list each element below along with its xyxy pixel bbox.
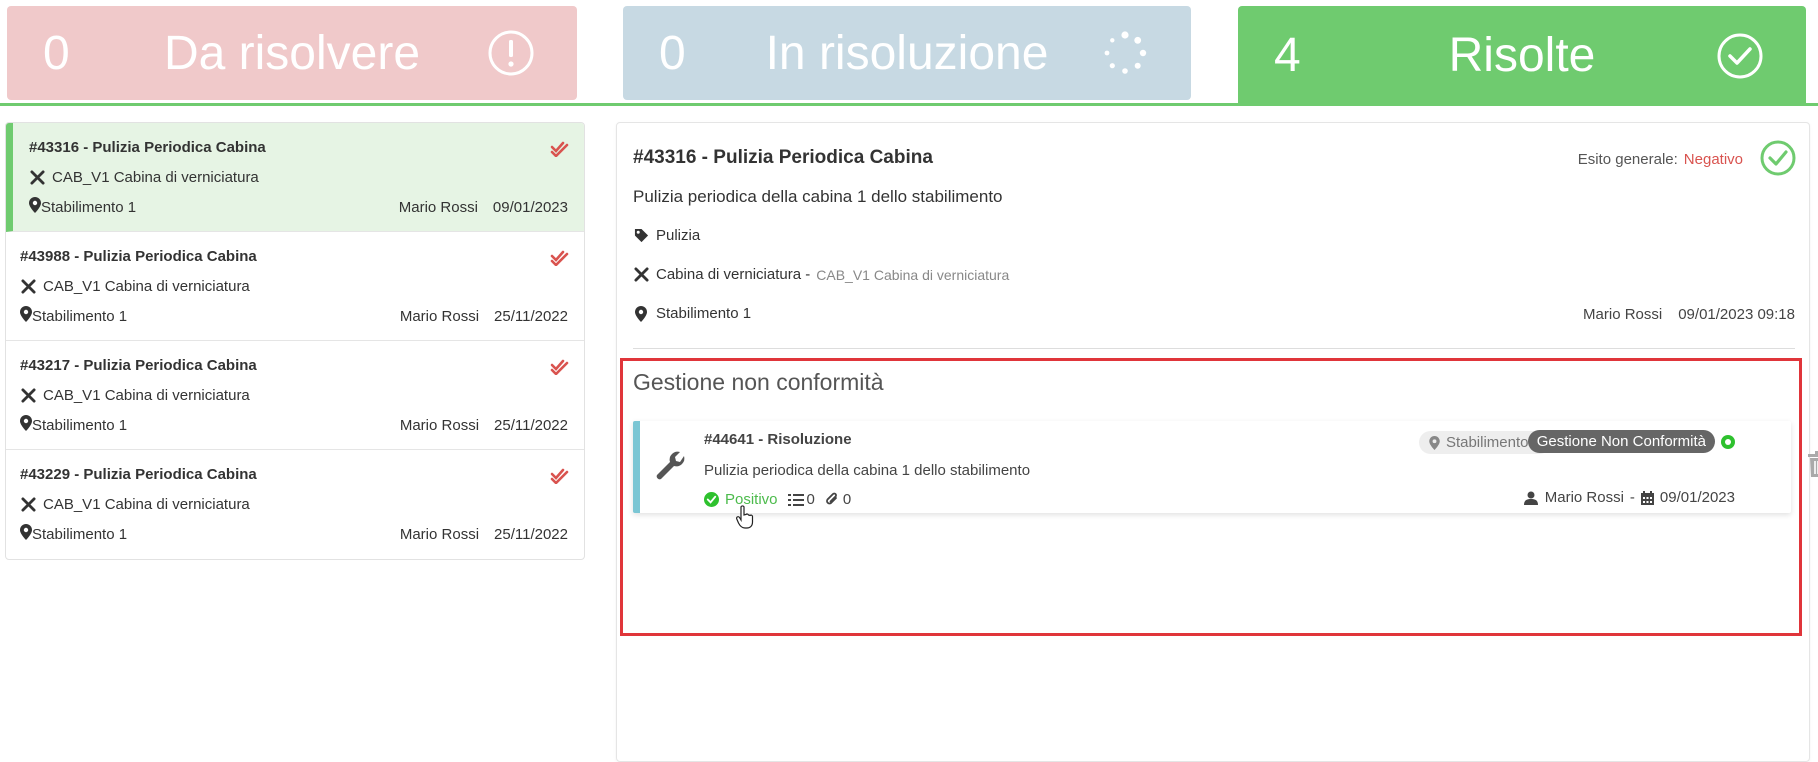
status-dot <box>1721 435 1735 449</box>
detail-location: Stabilimento 1 <box>633 305 751 322</box>
check-circle-icon[interactable] <box>1759 139 1797 177</box>
list-item-date: 09/01/2023 <box>492 198 568 216</box>
map-marker-icon <box>1429 435 1440 450</box>
section-title: Gestione non conformità <box>633 369 884 395</box>
double-check-icon <box>550 359 569 375</box>
active-tab-underline <box>0 103 1818 106</box>
list-item-title: #43217 - Pulizia Periodica Cabina <box>20 357 257 374</box>
list-item-asset: CAB_V1 Cabina di verniciatura <box>52 169 259 186</box>
list-item-user: Mario Rossi <box>399 307 480 325</box>
list-item-title: #43316 - Pulizia Periodica Cabina <box>29 139 266 156</box>
card-status: Positivo 0 0 <box>704 491 851 508</box>
list-item-asset: CAB_V1 Cabina di verniciatura <box>43 278 250 295</box>
double-check-icon <box>550 141 569 157</box>
list-item[interactable]: #43217 - Pulizia Periodica Cabina CAB_V1… <box>6 341 584 450</box>
list-item-location: Stabilimento 1 <box>32 416 128 434</box>
map-marker-icon <box>20 524 32 544</box>
list-item-date: 25/11/2022 <box>494 525 568 543</box>
location-label: Stabilimento 1 <box>656 305 752 322</box>
map-marker-icon <box>20 306 32 326</box>
map-marker-icon <box>633 305 649 322</box>
hand-cursor-icon <box>736 505 754 529</box>
tab-risolte[interactable]: 4 Risolte <box>1238 6 1806 105</box>
card-user: Mario Rossi <box>1544 489 1624 506</box>
check-circle-icon <box>1714 30 1766 82</box>
detail-tag: Pulizia <box>633 227 700 244</box>
type-badge: Gestione Non Conformità <box>1527 430 1715 453</box>
list-item-user: Mario Rossi <box>399 416 480 434</box>
list-item[interactable]: #43229 - Pulizia Periodica Cabina CAB_V1… <box>6 450 584 559</box>
tag-icon <box>633 228 649 244</box>
tools-icon <box>20 388 36 404</box>
status-bar: 0 Da risolvere 0 In risoluzione 4 Risolt… <box>0 0 1818 106</box>
user-icon <box>1523 491 1538 505</box>
exclamation-icon <box>485 27 537 79</box>
tab-in-risoluzione[interactable]: 0 In risoluzione <box>623 6 1191 100</box>
tools-icon <box>20 279 36 295</box>
list-item-title: #43229 - Pulizia Periodica Cabina <box>20 466 257 483</box>
card-description: Pulizia periodica della cabina 1 dello s… <box>704 462 1031 479</box>
nonconformity-card[interactable]: #44641 - Risoluzione Pulizia periodica d… <box>633 421 1818 513</box>
esito-value: Negativo <box>1683 151 1743 168</box>
double-check-icon <box>550 468 569 484</box>
asset-code: CAB_V1 Cabina di verniciatura <box>816 266 1010 283</box>
list-item-location: Stabilimento 1 <box>32 307 128 325</box>
attachments-count: 0 <box>825 491 851 508</box>
checklist-count-value: 0 <box>806 491 815 508</box>
detail-asset: Cabina di verniciatura - CAB_V1 Cabina d… <box>633 266 1009 283</box>
tools-icon <box>633 267 649 283</box>
detail-description: Pulizia periodica della cabina 1 dello s… <box>633 187 1003 206</box>
resolved-list: #43316 - Pulizia Periodica Cabina CAB_V1… <box>5 122 585 560</box>
tag-label: Pulizia <box>656 227 701 244</box>
esito-label: Esito generale: <box>1577 151 1678 168</box>
list-item-date: 25/11/2022 <box>494 416 568 434</box>
list-item-title: #43988 - Pulizia Periodica Cabina <box>20 248 257 265</box>
detail-user: Mario Rossi <box>1583 306 1663 323</box>
list-item-date: 25/11/2022 <box>494 307 568 325</box>
asset-name: Cabina di verniciatura - <box>656 266 811 283</box>
map-marker-icon <box>20 415 32 435</box>
attachments-count-value: 0 <box>842 491 852 508</box>
checklist-count: 0 <box>787 491 815 508</box>
check-circle-icon <box>704 492 719 507</box>
list-item-location: Stabilimento 1 <box>41 198 137 216</box>
list-item-user: Mario Rossi <box>399 525 480 543</box>
spinner-icon <box>1099 27 1151 79</box>
double-check-icon <box>550 250 569 266</box>
divider <box>633 348 1795 349</box>
list-item[interactable]: #43988 - Pulizia Periodica Cabina CAB_V1… <box>6 232 584 341</box>
map-marker-icon <box>29 197 41 217</box>
detail-panel: #43316 - Pulizia Periodica Cabina Esito … <box>616 122 1818 762</box>
list-item[interactable]: #43316 - Pulizia Periodica Cabina CAB_V1… <box>6 123 584 232</box>
tools-icon <box>29 170 45 186</box>
card-separator: - <box>1629 489 1635 506</box>
tools-icon <box>20 497 36 513</box>
wrench-icon <box>656 451 685 480</box>
tab-da-risolvere[interactable]: 0 Da risolvere <box>7 6 577 100</box>
list-item-asset: CAB_V1 Cabina di verniciatura <box>43 387 250 404</box>
card-date: 09/01/2023 <box>1659 489 1735 506</box>
card-title: #44641 - Risoluzione <box>704 431 852 448</box>
location-badge-label: Stabilimento 1 <box>1445 434 1541 451</box>
trash-icon[interactable] <box>1807 451 1818 477</box>
list-item-asset: CAB_V1 Cabina di verniciatura <box>43 496 250 513</box>
list-item-location: Stabilimento 1 <box>32 525 128 543</box>
card-user-date: Mario Rossi - 09/01/2023 <box>1523 489 1735 506</box>
paperclip-icon <box>826 492 837 505</box>
detail-title: #43316 - Pulizia Periodica Cabina <box>633 147 933 168</box>
esito-generale: Esito generale: Negativo <box>1578 151 1743 168</box>
detail-datetime: 09/01/2023 09:18 <box>1678 306 1795 323</box>
detail-meta: Mario Rossi 09/01/2023 09:18 <box>1567 306 1795 323</box>
list-icon <box>787 493 804 506</box>
calendar-icon <box>1640 490 1654 505</box>
list-item-user: Mario Rossi <box>398 198 478 216</box>
